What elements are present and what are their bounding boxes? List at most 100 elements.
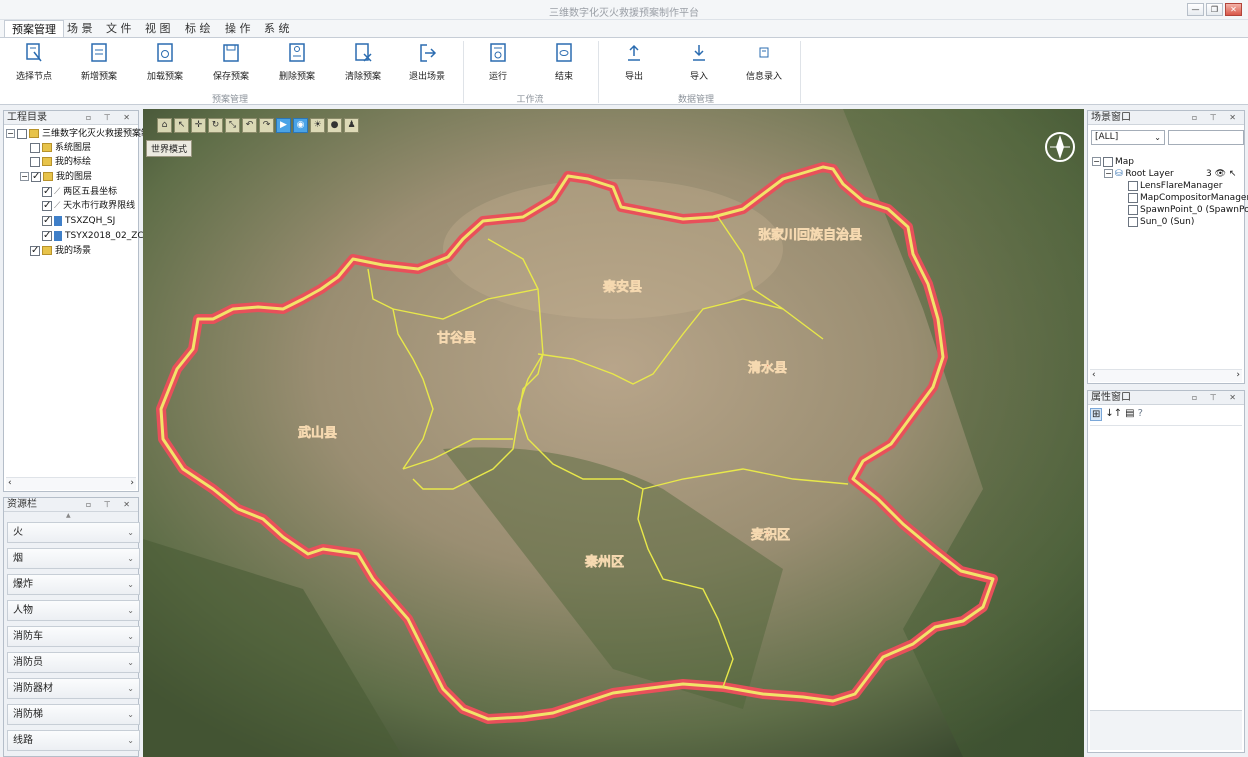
minimize-button[interactable]: —: [1187, 3, 1204, 16]
checkbox[interactable]: [17, 128, 27, 139]
tree-item-system-layers[interactable]: 系统图层: [30, 141, 91, 155]
checkbox[interactable]: [30, 244, 40, 258]
tab-view[interactable]: 视 图: [138, 20, 178, 37]
world-mode-button[interactable]: 世界模式: [146, 140, 193, 157]
compass-icon[interactable]: [1045, 132, 1075, 162]
scene-hscroll[interactable]: ‹ ›: [1090, 369, 1242, 382]
tab-scene[interactable]: 场 景: [60, 20, 100, 37]
tree-item-boundary[interactable]: ⟋ 天水市行政界限线: [42, 199, 135, 213]
resource-smoke[interactable]: 烟 ⌄: [7, 548, 140, 569]
sun-icon[interactable]: ☀: [310, 118, 325, 133]
checkbox[interactable]: [1128, 216, 1138, 227]
panel-controls[interactable]: ▫ ⊤ ✕: [86, 111, 135, 125]
layers-icon: ⛁: [1115, 169, 1126, 179]
collapse-icon[interactable]: −: [6, 129, 15, 138]
map-viewport[interactable]: 张家川回族自治县 秦安县 甘谷县 清水县 武山县 麦积区 秦州区 ⌂ ↖ ✛ ↻…: [143, 109, 1084, 757]
panel-controls[interactable]: ▫ ⊤ ✕: [86, 498, 135, 512]
panel-controls[interactable]: ▫ ⊤ ✕: [1192, 391, 1241, 405]
tree-item-tsyx[interactable]: TSYX2018_02_ZCQ: [42, 229, 151, 243]
play-icon[interactable]: ▶: [276, 118, 291, 133]
property-grid[interactable]: [1090, 425, 1242, 708]
scene-search-input[interactable]: [1168, 130, 1244, 145]
checkbox[interactable]: [42, 214, 52, 228]
resource-route[interactable]: 线路 ⌄: [7, 730, 140, 751]
resource-person[interactable]: 人物 ⌄: [7, 600, 140, 621]
scene-node-sun[interactable]: Sun_0 (Sun): [1128, 215, 1194, 229]
tab-file[interactable]: 文 件: [99, 20, 139, 37]
redo-icon[interactable]: ↷: [259, 118, 274, 133]
resource-fire[interactable]: 火 ⌄: [7, 522, 140, 543]
sort-alpha-icon[interactable]: ↓↑: [1105, 408, 1122, 421]
export-label: 导出: [624, 72, 643, 82]
resource-ladder[interactable]: 消防梯 ⌄: [7, 704, 140, 725]
camera-icon[interactable]: ●: [327, 118, 342, 133]
save-plan-button[interactable]: 保存预案: [203, 42, 259, 86]
property-description: [1090, 710, 1242, 750]
new-plan-button[interactable]: 新增预案: [71, 42, 127, 86]
property-pages-icon[interactable]: ▤: [1125, 408, 1134, 421]
scroll-right-icon[interactable]: ›: [1236, 370, 1240, 380]
select-icon[interactable]: ↖: [174, 118, 189, 133]
delete-plan-button[interactable]: 删除预案: [269, 42, 325, 86]
select-node-button[interactable]: 选择节点: [6, 42, 62, 86]
project-hscroll[interactable]: ‹ ›: [6, 477, 136, 490]
tab-operation[interactable]: 操 作: [218, 20, 258, 37]
collapse-icon[interactable]: −: [1104, 169, 1113, 178]
exit-scene-button[interactable]: 退出场景: [399, 42, 455, 86]
resource-equipment[interactable]: 消防器材 ⌄: [7, 678, 140, 699]
pan-icon[interactable]: ✛: [191, 118, 206, 133]
checkbox[interactable]: [42, 229, 52, 243]
info-entry-button[interactable]: 信息录入: [736, 42, 792, 86]
help-icon[interactable]: ?: [1138, 408, 1143, 421]
run-button[interactable]: 运行: [470, 42, 526, 86]
label-qinzhou: 秦州区: [584, 554, 624, 570]
scene-filter-select[interactable]: [ALL] ⌄: [1091, 130, 1165, 145]
collapse-icon[interactable]: −: [1092, 157, 1101, 166]
checkbox[interactable]: [1128, 180, 1138, 191]
checkbox[interactable]: [42, 185, 52, 199]
load-plan-button[interactable]: 加载预案: [137, 42, 193, 86]
collapse-icon[interactable]: −: [20, 172, 29, 181]
tab-system[interactable]: 系 统: [257, 20, 297, 37]
resource-explosion[interactable]: 爆炸 ⌄: [7, 574, 140, 595]
end-button[interactable]: 结束: [536, 42, 592, 86]
home-icon[interactable]: ⌂: [157, 118, 172, 133]
tab-plan-management[interactable]: 预案管理: [4, 20, 64, 37]
tree-item-my-scenes[interactable]: 我的场景: [30, 244, 91, 258]
checkbox[interactable]: [1128, 204, 1138, 215]
panel-controls[interactable]: ▫ ⊤ ✕: [1192, 111, 1241, 125]
resource-fire-truck[interactable]: 消防车 ⌄: [7, 626, 140, 647]
tree-root[interactable]: − 三维数字化灭火救援预案制作: [6, 127, 159, 141]
cursor-icon[interactable]: ↖: [1229, 169, 1237, 179]
tree-item-my-plots[interactable]: 我的标绘: [30, 155, 91, 169]
resource-firefighter[interactable]: 消防员 ⌄: [7, 652, 140, 673]
clear-plan-button[interactable]: 清除预案: [335, 42, 391, 86]
scroll-left-icon[interactable]: ‹: [1092, 370, 1096, 380]
checkbox[interactable]: [1103, 156, 1113, 167]
scroll-up-icon[interactable]: ▲: [66, 512, 71, 519]
categorized-icon[interactable]: ⊞: [1090, 408, 1103, 421]
restore-button[interactable]: ❐: [1206, 3, 1223, 16]
tree-item-coords[interactable]: ⟋ 两区五县坐标: [42, 185, 117, 199]
save-plan-label: 保存预案: [212, 72, 249, 82]
measure-icon[interactable]: ⤡: [225, 118, 240, 133]
close-button[interactable]: ✕: [1225, 3, 1242, 16]
scroll-left-icon[interactable]: ‹: [8, 478, 12, 488]
eye-icon[interactable]: 👁: [1215, 169, 1226, 179]
checkbox[interactable]: [31, 170, 41, 184]
person-icon[interactable]: ♟: [344, 118, 359, 133]
undo-icon[interactable]: ↶: [242, 118, 257, 133]
tree-item-tsxzqh[interactable]: TSXZQH_SJ: [42, 214, 115, 228]
scroll-right-icon[interactable]: ›: [130, 478, 134, 488]
checkbox[interactable]: [1128, 192, 1138, 203]
rotate-icon[interactable]: ↻: [208, 118, 223, 133]
globe-icon[interactable]: ◉: [293, 118, 308, 133]
checkbox[interactable]: [30, 142, 40, 153]
export-button[interactable]: 导出: [606, 42, 662, 86]
import-button[interactable]: 导入: [671, 42, 727, 86]
checkbox[interactable]: [42, 199, 52, 213]
tree-item-my-layers[interactable]: − 我的图层: [20, 170, 92, 184]
checkbox[interactable]: [30, 156, 40, 167]
tab-plot[interactable]: 标 绘: [178, 20, 218, 37]
map-canvas[interactable]: 张家川回族自治县 秦安县 甘谷县 清水县 武山县 麦积区 秦州区: [143, 109, 1084, 757]
